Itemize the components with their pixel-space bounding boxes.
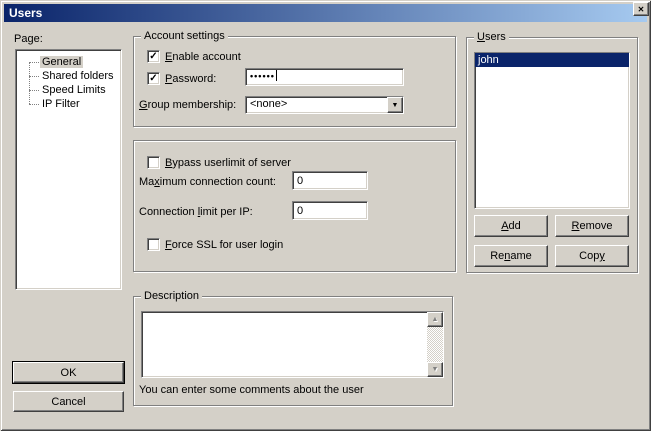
password-checkbox[interactable]: ✓ — [147, 72, 160, 85]
checkmark-icon: ✓ — [149, 73, 157, 84]
rename-button[interactable]: Rename — [474, 245, 548, 267]
tree-item-shared-folders[interactable]: Shared folders — [16, 69, 121, 83]
enable-account-label: Enable account — [165, 51, 241, 64]
tree-rows: General Shared folders Speed Limits IP F… — [16, 55, 121, 111]
group-membership-label: Group membership: — [139, 99, 236, 112]
tree-item-general[interactable]: General — [16, 55, 121, 69]
tree-item-label: IP Filter — [40, 98, 82, 110]
scroll-up-button[interactable]: ▲ — [427, 312, 443, 327]
close-button[interactable]: ✕ — [633, 2, 649, 16]
password-value: •••••• — [250, 71, 275, 81]
tree-item-ip-filter[interactable]: IP Filter — [16, 97, 121, 111]
max-connection-input[interactable] — [292, 171, 368, 190]
ok-button-label: OK — [61, 367, 77, 379]
bypass-userlimit-checkbox[interactable] — [147, 156, 160, 169]
user-list-item-john[interactable]: john — [475, 53, 629, 67]
page-label: Page: — [14, 33, 43, 46]
tree-item-label: General — [40, 56, 83, 68]
bypass-userlimit-label: Bypass userlimit of server — [165, 157, 291, 170]
scroll-up-icon: ▲ — [432, 316, 439, 323]
force-ssl-label: Force SSL for user login — [165, 239, 283, 252]
description-hint: You can enter some comments about the us… — [139, 384, 364, 397]
remove-button-label: Remove — [572, 220, 613, 232]
users-group-title: Users — [474, 32, 509, 43]
window-title: Users — [4, 6, 42, 20]
users-list: john — [474, 52, 630, 209]
group-membership-select[interactable]: <none> ▼ — [245, 96, 404, 114]
cancel-button[interactable]: Cancel — [13, 391, 124, 412]
connection-limit-input[interactable] — [292, 201, 368, 220]
tree-item-label: Speed Limits — [40, 84, 108, 96]
connection-limit-label: Connection limit per IP: — [139, 206, 253, 219]
page-tree: General Shared folders Speed Limits IP F… — [15, 49, 122, 290]
scrollbar-track[interactable] — [427, 327, 443, 362]
group-membership-value: <none> — [246, 97, 403, 112]
remove-button[interactable]: Remove — [555, 215, 629, 237]
tree-item-label: Shared folders — [40, 70, 116, 82]
account-settings-title: Account settings — [141, 31, 228, 42]
user-name: john — [478, 54, 499, 66]
password-label: Password: — [165, 73, 216, 86]
max-connection-label: Maximum connection count: — [139, 176, 276, 189]
close-icon: ✕ — [638, 5, 645, 14]
text-caret — [276, 70, 277, 81]
description-textarea[interactable]: ▲ ▼ — [141, 311, 444, 378]
description-title: Description — [141, 291, 202, 302]
copy-button[interactable]: Copy — [555, 245, 629, 267]
checkmark-icon: ✓ — [149, 51, 157, 62]
cancel-button-label: Cancel — [51, 396, 85, 408]
copy-button-label: Copy — [579, 250, 605, 262]
add-button[interactable]: Add — [474, 215, 548, 237]
chevron-down-icon: ▼ — [392, 102, 399, 109]
enable-account-checkbox[interactable]: ✓ — [147, 50, 160, 63]
ok-button[interactable]: OK — [13, 362, 124, 383]
add-button-label: Add — [501, 220, 521, 232]
description-scrollbar[interactable]: ▲ ▼ — [427, 312, 443, 377]
titlebar: Users — [4, 4, 647, 22]
password-field[interactable]: •••••• — [245, 68, 404, 86]
scroll-down-icon: ▼ — [432, 366, 439, 373]
scroll-down-button[interactable]: ▼ — [427, 362, 443, 377]
rename-button-label: Rename — [490, 250, 532, 262]
force-ssl-checkbox[interactable] — [147, 238, 160, 251]
users-dialog: Users ✕ Page: General Shared folders Spe… — [0, 0, 651, 431]
dropdown-button[interactable]: ▼ — [387, 97, 403, 113]
tree-item-speed-limits[interactable]: Speed Limits — [16, 83, 121, 97]
